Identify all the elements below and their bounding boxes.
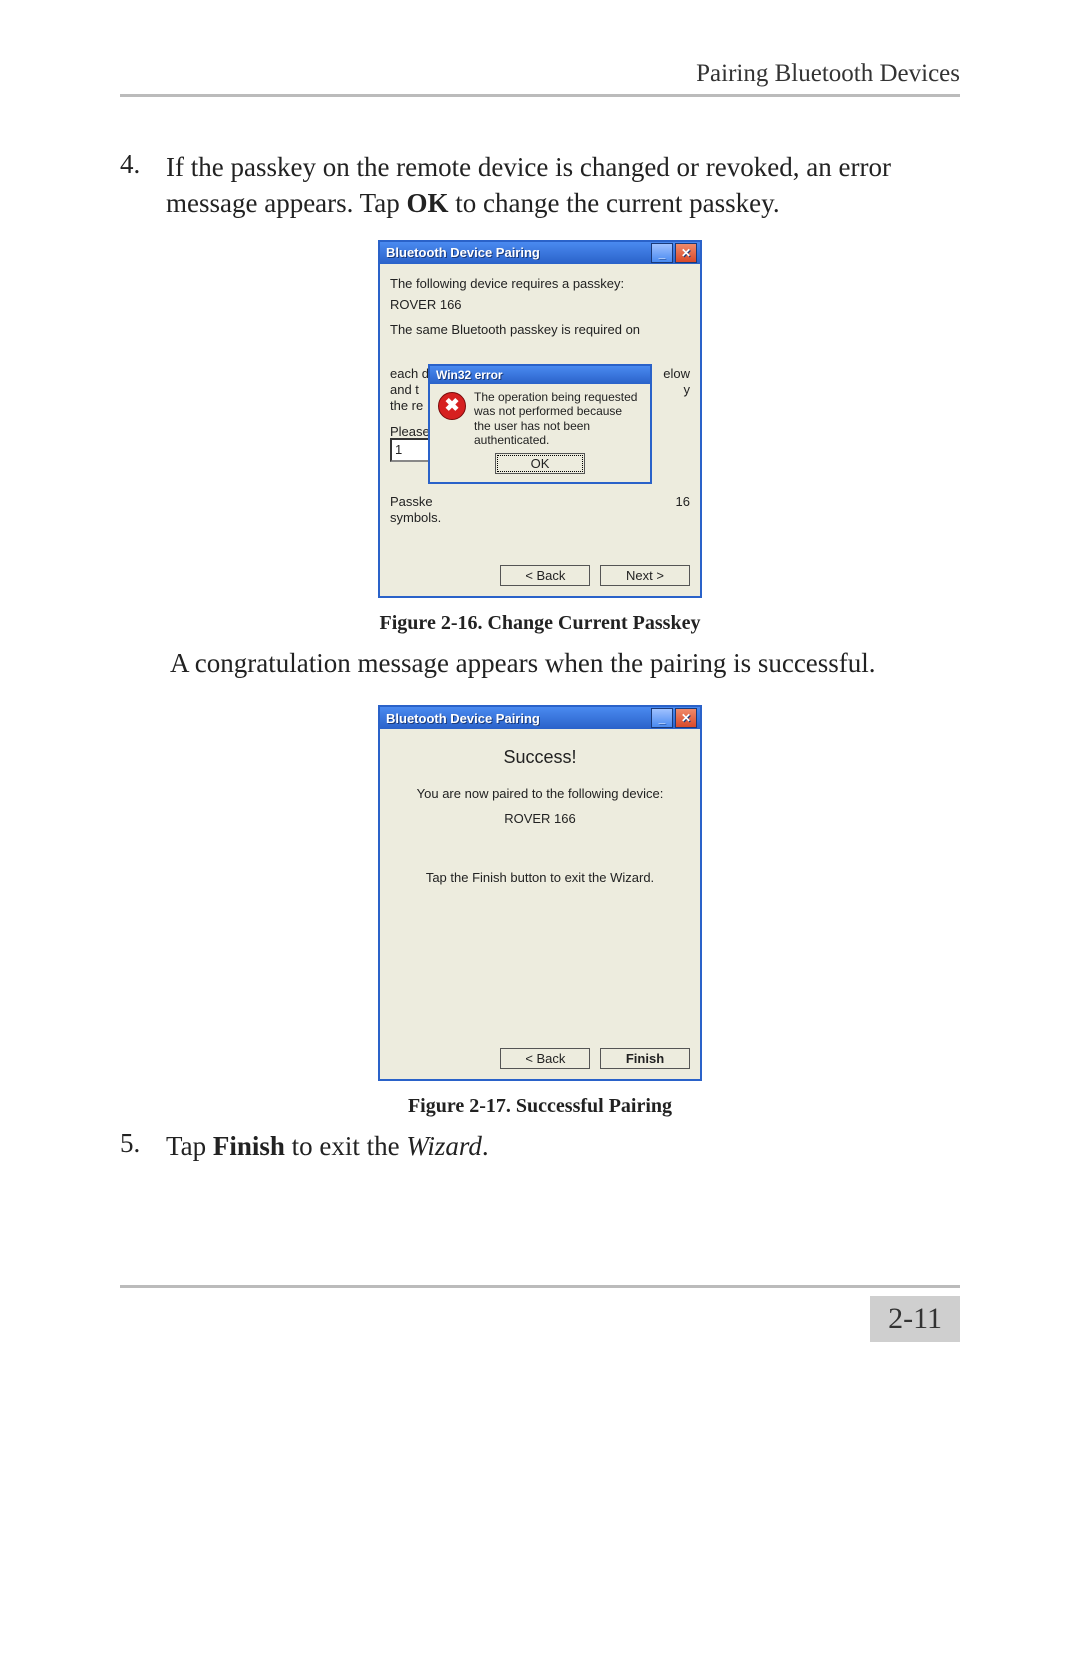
footer-rule — [120, 1285, 960, 1288]
dialog1-body: The following device requires a passkey:… — [380, 264, 700, 596]
dialog1-device: ROVER 166 — [390, 297, 690, 312]
running-header: Pairing Bluetooth Devices — [120, 60, 960, 88]
frag-eachd: each d — [390, 366, 429, 381]
dialog1-requires: The following device requires a passkey: — [390, 276, 690, 291]
error-icon: ✖ — [438, 392, 466, 420]
frag-andt: and t — [390, 382, 419, 397]
step-5-text-a: Tap — [166, 1131, 213, 1161]
dialog1-titlebar[interactable]: Bluetooth Device Pairing _ ✕ — [380, 242, 700, 264]
step-5-text-end: . — [482, 1131, 489, 1161]
dialog2-title: Bluetooth Device Pairing — [386, 711, 649, 726]
next-button[interactable]: Next > — [600, 565, 690, 586]
error-titlebar[interactable]: Win32 error — [430, 366, 650, 384]
frag-16: 16 — [676, 494, 690, 509]
frag-y: y — [684, 382, 691, 397]
step-4-text: If the passkey on the remote device is c… — [166, 149, 960, 222]
finish-button[interactable]: Finish — [600, 1048, 690, 1069]
step-5-text: Tap Finish to exit the Wizard. — [166, 1128, 960, 1164]
frag-symbols: symbols. — [390, 510, 441, 525]
frag-passke: Passke — [390, 494, 433, 509]
step-4: 4. If the passkey on the remote device i… — [120, 149, 960, 222]
paired-device: ROVER 166 — [390, 811, 690, 826]
error-ok-button[interactable]: OK — [495, 453, 585, 474]
dialog1-sameline: The same Bluetooth passkey is required o… — [390, 322, 690, 337]
success-heading: Success! — [390, 747, 690, 768]
step-5: 5. Tap Finish to exit the Wizard. — [120, 1128, 960, 1164]
step-4-text-b: to change the current passkey. — [449, 188, 780, 218]
paired-line: You are now paired to the following devi… — [390, 786, 690, 801]
dialog1-nav: < Back Next > — [494, 565, 690, 586]
figure-2-17-caption: Figure 2-17. Successful Pairing — [120, 1095, 960, 1118]
minimize-icon[interactable]: _ — [651, 708, 673, 728]
close-icon[interactable]: ✕ — [675, 243, 697, 263]
error-dialog: Win32 error ✖ The operation being reques… — [428, 364, 652, 485]
minimize-icon[interactable]: _ — [651, 243, 673, 263]
dialog-success: Bluetooth Device Pairing _ ✕ Success! Yo… — [378, 705, 702, 1081]
frag-there: the re — [390, 398, 423, 413]
step-4-bold: OK — [407, 188, 449, 218]
step-5-italic: Wizard — [406, 1131, 482, 1161]
frag-elow: elow — [663, 366, 690, 381]
dialog2-nav: < Back Finish — [494, 1048, 690, 1069]
step-5-number: 5. — [120, 1128, 166, 1164]
close-icon[interactable]: ✕ — [675, 708, 697, 728]
dialog2-body: Success! You are now paired to the follo… — [380, 729, 700, 1079]
dialog1-title: Bluetooth Device Pairing — [386, 245, 649, 260]
error-title: Win32 error — [436, 368, 647, 382]
paragraph-after-fig1: A congratulation message appears when th… — [170, 645, 960, 681]
figure-2-16-caption: Figure 2-16. Change Current Passkey — [120, 612, 960, 635]
dialog2-titlebar[interactable]: Bluetooth Device Pairing _ ✕ — [380, 707, 700, 729]
step-5-bold: Finish — [213, 1131, 285, 1161]
step-4-number: 4. — [120, 149, 166, 222]
back-button[interactable]: < Back — [500, 1048, 590, 1069]
error-message: The operation being requested was not pe… — [474, 390, 642, 448]
page-number: 2-11 — [870, 1296, 960, 1342]
back-button[interactable]: < Back — [500, 565, 590, 586]
dialog-change-passkey: Bluetooth Device Pairing _ ✕ The followi… — [378, 240, 702, 598]
frag-please: Please — [390, 424, 430, 439]
header-rule — [120, 94, 960, 97]
exit-line: Tap the Finish button to exit the Wizard… — [390, 870, 690, 885]
step-5-text-mid: to exit the — [285, 1131, 406, 1161]
